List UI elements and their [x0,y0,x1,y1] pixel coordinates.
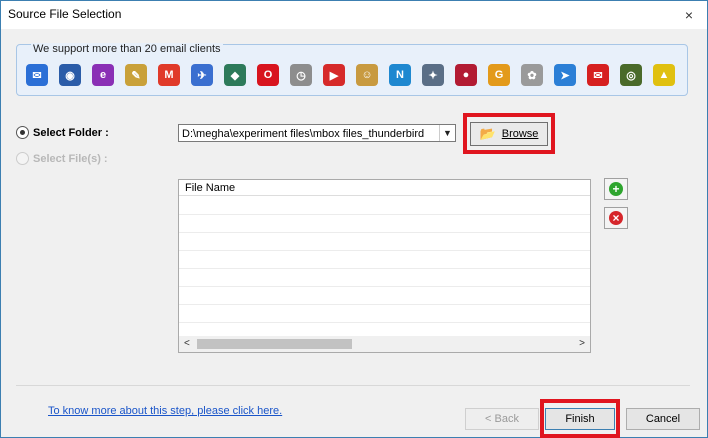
select-files-option[interactable]: Select File(s) : [16,152,108,165]
browse-button[interactable]: 📂 Browse [470,122,548,146]
horizontal-scrollbar[interactable]: < > [179,336,590,352]
pegasus-icon: ✎ [125,64,147,86]
windows-mail-icon: ✉ [26,64,48,86]
powermail-icon: ▶ [323,64,345,86]
entourage-icon: e [92,64,114,86]
table-row [179,268,590,269]
the-bat-icon: ▲ [653,64,675,86]
eudora-icon: ☺ [356,64,378,86]
back-button[interactable]: < Back [465,408,539,430]
sylpheed-icon: ➤ [554,64,576,86]
mulberry-icon: ● [455,64,477,86]
select-folder-option[interactable]: Select Folder : [16,126,109,139]
file-list-table[interactable]: File Name < > [178,179,591,353]
scroll-right-arrow[interactable]: > [579,338,585,349]
table-row [179,250,590,251]
mailcopa-icon: ◷ [290,64,312,86]
mail-icon: ✉ [587,64,609,86]
select-files-label: Select File(s) : [33,152,108,165]
chevron-down-icon[interactable]: ▼ [439,125,455,141]
supported-clients-label: We support more than 20 email clients [31,43,223,55]
table-row [179,214,590,215]
remove-icon: × [609,211,623,225]
select-files-radio[interactable] [16,152,29,165]
spicebird-icon: ✦ [422,64,444,86]
table-row [179,232,590,233]
finish-button[interactable]: Finish [545,408,615,430]
browse-label: Browse [501,128,539,140]
cancel-button[interactable]: Cancel [626,408,700,430]
table-row [179,322,590,323]
select-folder-label: Select Folder : [33,126,109,139]
select-folder-radio[interactable] [16,126,29,139]
footer-separator [16,385,690,386]
add-file-button[interactable]: + [604,178,628,200]
table-row [179,304,590,305]
window-title: Source File Selection [8,7,122,21]
netscape-icon: N [389,64,411,86]
folder-open-icon: 📂 [479,126,496,141]
opera-mail-icon: O [257,64,279,86]
remove-file-button[interactable]: × [604,207,628,229]
folder-path-combobox[interactable]: D:\megha\experiment files\mbox files_thu… [178,124,456,142]
evolution-icon: ◎ [620,64,642,86]
gyazmail-icon: G [488,64,510,86]
scroll-thumb[interactable] [197,339,352,349]
thunderbird-icon: ◉ [59,64,81,86]
seamonkey-icon: ◆ [224,64,246,86]
postbox-icon: ✈ [191,64,213,86]
scroll-left-arrow[interactable]: < [184,338,190,349]
file-name-column-header[interactable]: File Name [179,180,590,196]
close-button[interactable]: × [679,5,699,25]
add-icon: + [609,182,623,196]
gmail-icon: M [158,64,180,86]
email-client-icons: ✉ ◉ e ✎ M ✈ ◆ O ◷ ▶ ☺ N ✦ ● G ✿ ➤ ✉ ◎ ▲ [26,64,686,90]
title-bar: Source File Selection × [1,1,707,29]
folder-path-value: D:\megha\experiment files\mbox files_thu… [182,128,425,140]
table-row [179,286,590,287]
help-link[interactable]: To know more about this step, please cli… [48,405,282,417]
claws-mail-icon: ✿ [521,64,543,86]
